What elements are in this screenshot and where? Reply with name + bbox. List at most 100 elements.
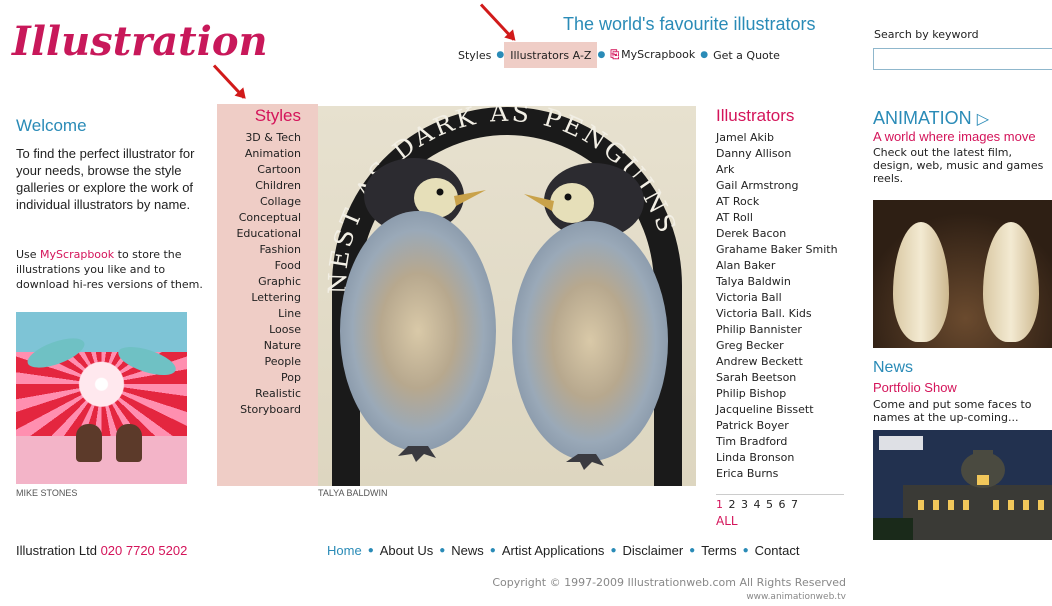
- page-link[interactable]: 5: [766, 498, 774, 511]
- animationweb-link[interactable]: www.animationweb.tv: [400, 592, 846, 602]
- scrapbook-text-pre: Use: [16, 248, 41, 261]
- nav-myscrapbook-label: MyScrapbook: [621, 48, 696, 61]
- style-link[interactable]: Storyboard: [217, 402, 301, 418]
- news-text-line: names at the up-coming...: [873, 411, 1019, 424]
- illustrator-link[interactable]: Jamel Akib: [716, 130, 838, 146]
- nav-get-a-quote[interactable]: Get a Quote: [708, 49, 785, 62]
- illustrator-link[interactable]: AT Rock: [716, 194, 838, 210]
- nav-styles[interactable]: Styles: [453, 49, 496, 62]
- illustrator-link[interactable]: Ark: [716, 162, 838, 178]
- page-link-current[interactable]: 1: [716, 498, 724, 511]
- search-label: Search by keyword: [874, 28, 979, 41]
- page-link[interactable]: 6: [779, 498, 787, 511]
- footer-link-terms[interactable]: Terms: [698, 543, 739, 559]
- site-logo[interactable]: Illustration: [12, 18, 268, 65]
- footer-link-home[interactable]: Home: [324, 543, 365, 559]
- pager-all-link[interactable]: ALL: [716, 514, 738, 528]
- footer-link-disclaimer[interactable]: Disclaimer: [619, 543, 686, 559]
- footer-link-artist-applications[interactable]: Artist Applications: [499, 543, 608, 559]
- illustrator-link[interactable]: AT Roll: [716, 210, 838, 226]
- style-link[interactable]: Cartoon: [217, 162, 301, 178]
- illustrator-link[interactable]: Philip Bishop: [716, 386, 838, 402]
- style-link[interactable]: Animation: [217, 146, 301, 162]
- illustrator-link[interactable]: Danny Allison: [716, 146, 838, 162]
- style-link[interactable]: Pop: [217, 370, 301, 386]
- illustrator-link[interactable]: Philip Bannister: [716, 322, 838, 338]
- nav-separator: ●: [700, 50, 709, 60]
- search-input[interactable]: [873, 48, 1052, 70]
- thumbnail-caption: MIKE STONES: [16, 488, 78, 498]
- page-link[interactable]: 2: [729, 498, 737, 511]
- illustrator-link[interactable]: Victoria Ball. Kids: [716, 306, 838, 322]
- illustrator-link[interactable]: Jacqueline Bissett: [716, 402, 838, 418]
- style-link[interactable]: Realistic: [217, 386, 301, 402]
- style-link[interactable]: Fashion: [217, 242, 301, 258]
- building-illustration: [873, 430, 1052, 540]
- penguins-artwork: NEST AS DARK AS PENGUINS: [323, 106, 682, 486]
- style-link[interactable]: People: [217, 354, 301, 370]
- scrapbook-text: Use MyScrapbook to store the illustratio…: [16, 247, 212, 292]
- phone-number[interactable]: 020 7720 5202: [101, 543, 188, 558]
- welcome-heading: Welcome: [16, 116, 87, 135]
- style-link[interactable]: Conceptual: [217, 210, 301, 226]
- page-link[interactable]: 3: [741, 498, 749, 511]
- illustrators-heading: Illustrators: [716, 106, 795, 125]
- page-link[interactable]: 4: [754, 498, 762, 511]
- style-link[interactable]: Line: [217, 306, 301, 322]
- style-link[interactable]: Lettering: [217, 290, 301, 306]
- footer-link-about[interactable]: About Us: [377, 543, 436, 559]
- animation-text: Check out the latest film, design, web, …: [873, 146, 1044, 185]
- animation-heading[interactable]: ANIMATION ▷: [873, 108, 989, 129]
- style-link[interactable]: 3D & Tech: [217, 130, 301, 146]
- animation-character: [893, 222, 949, 342]
- illustrators-list: Jamel Akib Danny Allison Ark Gail Armstr…: [716, 130, 838, 482]
- styles-list: 3D & Tech Animation Cartoon Children Col…: [217, 130, 301, 418]
- style-link[interactable]: Loose: [217, 322, 301, 338]
- feature-artwork-image[interactable]: NEST AS DARK AS PENGUINS: [318, 106, 696, 486]
- illustrator-link[interactable]: Andrew Beckett: [716, 354, 838, 370]
- style-link[interactable]: Graphic: [217, 274, 301, 290]
- nav-illustrators-az[interactable]: Illustrators A-Z: [504, 42, 598, 68]
- illustrator-link[interactable]: Sarah Beetson: [716, 370, 838, 386]
- style-link[interactable]: Collage: [217, 194, 301, 210]
- animation-thumbnail-image[interactable]: [873, 200, 1052, 348]
- welcome-text: To find the perfect illustrator for your…: [16, 146, 195, 212]
- news-item-text: Come and put some faces to names at the u…: [873, 398, 1052, 424]
- illustrator-link[interactable]: Patrick Boyer: [716, 418, 838, 434]
- footer-link-contact[interactable]: Contact: [752, 543, 803, 559]
- pager-divider: [716, 494, 844, 495]
- animation-heading-label: ANIMATION: [873, 108, 972, 128]
- illustrator-link[interactable]: Gail Armstrong: [716, 178, 838, 194]
- nav-separator: ●: [597, 50, 606, 60]
- nav-myscrapbook[interactable]: ⎘ MyScrapbook: [605, 48, 700, 62]
- page-link[interactable]: 7: [791, 498, 799, 511]
- illustrator-link[interactable]: Erica Burns: [716, 466, 838, 482]
- style-link[interactable]: Children: [217, 178, 301, 194]
- illustrator-link[interactable]: Tim Bradford: [716, 434, 838, 450]
- styles-heading: Styles: [254, 106, 301, 125]
- illustrator-link[interactable]: Grahame Baker Smith: [716, 242, 838, 258]
- featured-thumbnail-image[interactable]: [16, 312, 187, 484]
- news-item-title[interactable]: Portfolio Show: [873, 380, 957, 395]
- nav-separator: ●: [742, 545, 749, 556]
- news-thumbnail-image[interactable]: [873, 430, 1052, 540]
- illustrator-link[interactable]: Linda Bronson: [716, 450, 838, 466]
- copyright-text: Copyright © 1997-2009 Illustrationweb.co…: [492, 576, 846, 589]
- style-link[interactable]: Educational: [217, 226, 301, 242]
- illustrator-link[interactable]: Greg Becker: [716, 338, 838, 354]
- illustrator-link[interactable]: Talya Baldwin: [716, 274, 838, 290]
- illustrator-link[interactable]: Derek Bacon: [716, 226, 838, 242]
- news-heading: News: [873, 359, 914, 376]
- footer-link-news[interactable]: News: [448, 543, 487, 559]
- style-link[interactable]: Nature: [217, 338, 301, 354]
- company-info: Illustration Ltd 020 7720 5202: [16, 543, 187, 558]
- illustrator-link[interactable]: Alan Baker: [716, 258, 838, 274]
- style-link[interactable]: Food: [217, 258, 301, 274]
- nav-separator: ●: [689, 545, 696, 556]
- nav-separator: ●: [489, 545, 496, 556]
- annotation-arrow-illustrators: [479, 3, 515, 41]
- site-tagline: The world's favourite illustrators: [563, 14, 816, 34]
- illustrator-link[interactable]: Victoria Ball: [716, 290, 838, 306]
- myscrapbook-link[interactable]: MyScrapbook: [40, 248, 114, 261]
- nav-separator: ●: [496, 50, 505, 60]
